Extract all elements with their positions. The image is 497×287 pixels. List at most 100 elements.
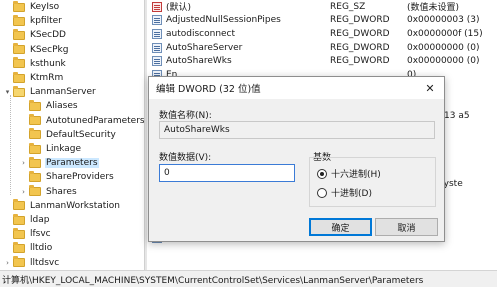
radio-hex-label: 十六进制(H) xyxy=(331,170,381,180)
value-data: 0x00000000 (0) xyxy=(407,42,480,53)
tree-item[interactable]: ▾ LanmanServer xyxy=(4,85,97,99)
value-type: REG_DWORD xyxy=(330,56,390,67)
tree-item[interactable]: KSecDD xyxy=(4,28,67,42)
tree-spacer[interactable] xyxy=(20,99,27,113)
tree-item-label: kpfilter xyxy=(30,16,62,27)
tree-item-label: KeyIso xyxy=(30,2,60,12)
value-name-field: AutoShareWks xyxy=(159,121,435,139)
value-row[interactable]: (默认) REG_SZ (数值未设置) xyxy=(152,0,497,14)
folder-icon xyxy=(13,227,25,239)
tree-item[interactable]: lfsvc xyxy=(4,227,52,241)
tree-item-label: KtmRm xyxy=(30,73,64,83)
tree-item-label: ShareProviders xyxy=(46,172,114,183)
tree-item[interactable]: › Shares xyxy=(20,185,78,199)
tree-spacer[interactable] xyxy=(20,114,27,128)
tree-spacer[interactable] xyxy=(4,14,11,28)
tree-item-label: ksthunk xyxy=(30,58,66,69)
tree-spacer[interactable] xyxy=(20,170,27,184)
folder-icon xyxy=(29,142,41,154)
radio-hex-circle[interactable] xyxy=(317,168,327,179)
value-row[interactable]: AdjustedNullSessionPipes REG_DWORD 0x00000… xyxy=(152,14,497,28)
tree-item[interactable]: Aliases xyxy=(20,99,79,113)
value-row[interactable]: AutoShareServer REG_DWORD 0x00000000 (0) xyxy=(152,41,497,55)
tree-item-label: lltdio xyxy=(30,243,53,254)
tree-item[interactable]: AutotunedParameters xyxy=(20,114,144,128)
tree-item-label: ldap xyxy=(30,215,50,225)
chevron-right-icon[interactable]: › xyxy=(20,185,27,199)
radio-decimal[interactable]: 十进制(D) xyxy=(317,186,372,199)
tree-item-label: Shares xyxy=(46,186,77,197)
tree-spacer[interactable] xyxy=(20,128,27,142)
folder-icon xyxy=(29,170,41,182)
tree-spacer[interactable] xyxy=(4,241,11,255)
tree-item-label: KSecPkg xyxy=(30,44,69,55)
tree-item[interactable]: ldap xyxy=(4,213,50,227)
tree-item[interactable]: KtmRm xyxy=(4,71,64,85)
tree-item[interactable]: KSecPkg xyxy=(4,43,69,57)
folder-icon xyxy=(13,57,25,69)
folder-icon xyxy=(13,0,25,12)
dialog-title: 编辑 DWORD (32 位)值 xyxy=(156,84,261,95)
value-name: (默认) xyxy=(166,3,192,14)
tree-item[interactable]: lltdio xyxy=(4,241,53,255)
tree-item-label: Aliases xyxy=(46,101,78,112)
tree-spacer[interactable] xyxy=(4,227,11,241)
tree-item[interactable]: DefaultSecurity xyxy=(20,128,117,142)
tree-spacer[interactable] xyxy=(4,71,11,85)
tree-spacer[interactable] xyxy=(4,28,11,42)
tree-spacer[interactable] xyxy=(4,199,11,213)
pane-splitter[interactable] xyxy=(144,0,147,271)
chevron-right-icon[interactable]: › xyxy=(20,156,27,170)
close-icon[interactable]: ✕ xyxy=(416,77,444,99)
value-data-text: 0 xyxy=(164,168,170,178)
tree-item[interactable]: KeyIso xyxy=(4,0,60,14)
tree-spacer[interactable] xyxy=(4,0,11,14)
tree-spacer[interactable] xyxy=(4,57,11,71)
dialog-titlebar[interactable]: 编辑 DWORD (32 位)值 xyxy=(149,77,444,99)
value-name: AutoShareServer xyxy=(166,42,243,53)
value-row[interactable]: AutoShareWks REG_DWORD 0x00000000 (0) xyxy=(152,54,497,68)
value-data: (数值未设置) xyxy=(407,3,460,14)
tree-item[interactable]: ShareProviders xyxy=(20,170,115,184)
radio-hexadecimal[interactable]: 十六进制(H) xyxy=(317,167,381,180)
tree-item[interactable]: Linkage xyxy=(20,142,82,156)
tree-item-label: lltdsvc xyxy=(30,257,60,268)
folder-icon xyxy=(13,199,25,211)
chevron-right-icon[interactable]: › xyxy=(4,256,11,270)
tree-item-label: LanmanWorkstation xyxy=(30,200,120,211)
tree-item-label: AutotunedParameters xyxy=(46,115,144,126)
edit-dword-dialog: 编辑 DWORD (32 位)值 ✕ 数值名称(N): AutoShareWks… xyxy=(148,76,445,242)
folder-icon xyxy=(29,156,41,168)
tree-spacer[interactable] xyxy=(4,43,11,57)
value-row[interactable]: autodisconnect REG_DWORD 0x0000000f (15) xyxy=(152,27,497,41)
binary-value-icon xyxy=(152,15,162,26)
value-type: REG_DWORD xyxy=(330,15,390,26)
tree-item[interactable]: › lltdsvc xyxy=(4,256,60,270)
value-name-label: 数值名称(N): xyxy=(159,111,212,121)
tree-item-label: lfsvc xyxy=(30,229,51,240)
binary-value-icon xyxy=(152,28,162,39)
tree-spacer[interactable] xyxy=(4,213,11,227)
tree-spacer[interactable] xyxy=(20,142,27,156)
value-name: AdjustedNullSessionPipes xyxy=(166,15,281,26)
value-data-input[interactable]: 0 xyxy=(159,164,295,182)
tree-item[interactable]: LanmanWorkstation xyxy=(4,199,121,213)
base-group-box xyxy=(309,157,436,207)
ok-button[interactable]: 确定 xyxy=(309,218,372,236)
value-type: REG_SZ xyxy=(330,1,366,12)
tree-item[interactable]: kpfilter xyxy=(4,14,63,28)
cancel-button[interactable]: 取消 xyxy=(375,218,438,236)
tree-item[interactable]: › Parameters xyxy=(20,156,99,170)
status-bar: 计算机\HKEY_LOCAL_MACHINE\SYSTEM\CurrentCon… xyxy=(0,270,497,287)
radio-dec-label: 十进制(D) xyxy=(331,189,372,199)
folder-icon xyxy=(13,43,25,55)
registry-tree[interactable]: KeyIso kpfilter KSecDD KSecPkg ksthunk KtmRm ▾… xyxy=(0,0,144,271)
tree-item-label: Parameters xyxy=(45,158,99,169)
value-data: 0x0000000f (15) xyxy=(407,28,483,39)
tree-item-label: LanmanServer xyxy=(30,87,96,98)
tree-item[interactable]: ksthunk xyxy=(4,57,67,71)
folder-icon xyxy=(13,256,25,268)
folder-icon xyxy=(13,14,25,26)
folder-icon xyxy=(13,213,25,225)
radio-dec-circle[interactable] xyxy=(317,187,327,198)
